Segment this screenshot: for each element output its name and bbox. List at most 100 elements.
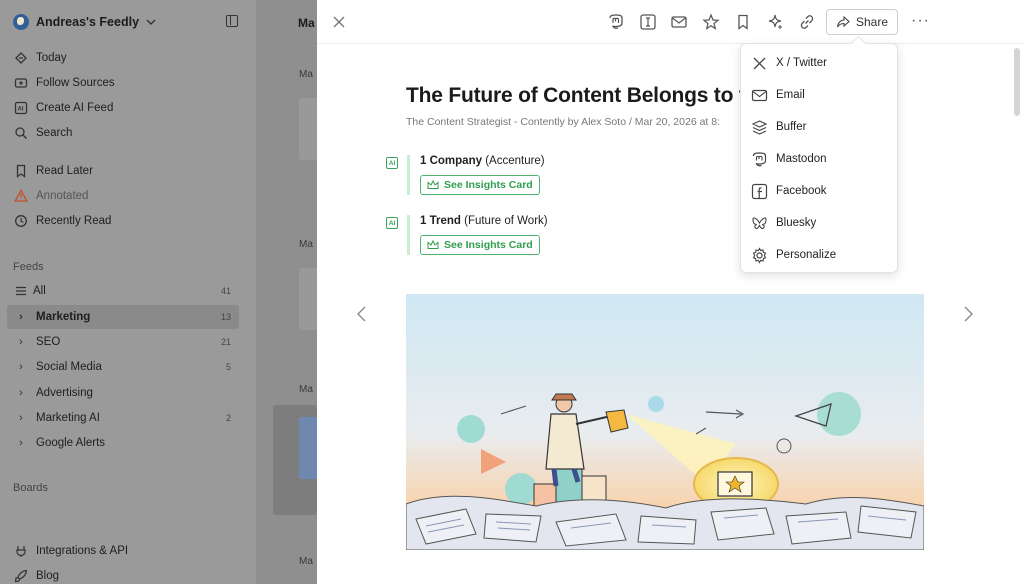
account-name: Andreas's Feedly (36, 15, 140, 29)
share-mastodon-button[interactable] (607, 13, 625, 31)
history-icon (15, 215, 27, 227)
feed-all[interactable]: All 41 (7, 279, 239, 303)
insight-count: 1 Company (420, 155, 482, 167)
insight-line: 1 Trend (Future of Work) (420, 215, 548, 227)
feed-advertising[interactable]: › Advertising (7, 381, 239, 405)
nav-blog-label: Blog (36, 570, 60, 582)
see-insights-card-label: See Insights Card (444, 239, 533, 251)
text-cursor-icon (640, 14, 656, 30)
nav-blog[interactable]: Blog (14, 569, 59, 583)
share-button-label: Share (855, 15, 889, 29)
insight-detail: (Future of Work) (464, 215, 548, 227)
feed-google-alerts[interactable]: › Google Alerts (7, 431, 239, 455)
account-switcher[interactable]: Andreas's Feedly (13, 14, 156, 30)
ai-summary-button[interactable] (766, 13, 784, 31)
feed-social-media[interactable]: › Social Media 5 (7, 355, 239, 379)
today-icon (15, 52, 27, 64)
feed-seo[interactable]: › SEO 21 (7, 330, 239, 354)
nav-search-label: Search (36, 127, 73, 139)
chevron-right-icon[interactable]: › (11, 361, 31, 373)
share-button[interactable]: Share (826, 9, 898, 35)
feed-marketing-count: 13 (220, 312, 231, 322)
ai-badge-icon: AI (386, 217, 398, 229)
nav-integrations-label: Integrations & API (36, 545, 129, 557)
text-highlight-button[interactable] (639, 13, 657, 31)
share-menu-x-twitter-label: X / Twitter (776, 57, 827, 69)
chevron-right-icon[interactable]: › (11, 412, 31, 424)
next-article-icon[interactable] (961, 305, 975, 323)
gear-icon (752, 246, 767, 264)
see-insights-card-label: See Insights Card (444, 179, 533, 191)
share-menu-facebook[interactable]: Facebook (751, 179, 891, 203)
feed-marketing-ai[interactable]: › Marketing AI 2 (7, 406, 239, 430)
nav-today-label: Today (36, 52, 67, 64)
share-menu-x-twitter[interactable]: X / Twitter (751, 51, 891, 75)
share-menu-bluesky[interactable]: Bluesky (751, 211, 891, 235)
share-menu-buffer[interactable]: Buffer (751, 115, 891, 139)
facebook-icon (751, 183, 768, 199)
reader-toolbar: Share ··· (317, 0, 1024, 44)
close-icon[interactable] (331, 14, 347, 30)
email-icon (671, 16, 687, 28)
x-twitter-icon (753, 57, 766, 69)
feed-marketing-label: Marketing (36, 311, 91, 323)
insight-count: 1 Trend (420, 215, 461, 227)
copy-link-button[interactable] (798, 13, 816, 31)
chevron-right-icon[interactable]: › (11, 437, 31, 449)
list-item-source: Ma (299, 69, 313, 80)
insight-detail: (Accenture) (485, 155, 545, 167)
scrollbar[interactable] (1014, 48, 1020, 116)
nav-search[interactable]: Search (14, 126, 72, 140)
share-menu-mastodon[interactable]: Mastodon (751, 147, 891, 171)
insight-line: 1 Company (Accenture) (420, 155, 545, 167)
nav-today[interactable]: Today (14, 51, 67, 65)
share-menu-personalize[interactable]: Personalize (751, 243, 891, 267)
share-menu: X / Twitter Email Buffer Mastodon Facebo… (740, 43, 898, 273)
nav-recently-read-label: Recently Read (36, 215, 112, 227)
previous-article-icon[interactable] (355, 305, 369, 323)
share-menu-personalize-label: Personalize (776, 249, 837, 261)
list-item-source: Ma (299, 239, 313, 250)
nav-create-ai-feed-label: Create AI Feed (36, 102, 114, 114)
nav-follow-sources-label: Follow Sources (36, 77, 115, 89)
sparkle-icon (768, 14, 782, 29)
article-list: Ma Ma Ma Ma Ma (256, 0, 319, 584)
bookmark-icon (16, 164, 26, 178)
chevron-right-icon[interactable]: › (11, 336, 31, 348)
nav-annotated[interactable]: Annotated (14, 189, 88, 203)
list-item[interactable] (299, 98, 319, 160)
nav-create-ai-feed[interactable]: AI Create AI Feed (14, 101, 113, 115)
bookmark-icon (738, 14, 748, 30)
list-item-source: Ma (299, 384, 313, 395)
crown-icon (427, 240, 439, 249)
nav-read-later[interactable]: Read Later (14, 164, 93, 178)
list-item[interactable] (299, 268, 319, 330)
feed-marketing[interactable]: › Marketing 13 (7, 305, 239, 329)
see-insights-card-button[interactable]: See Insights Card (420, 175, 540, 195)
chevron-down-icon (146, 19, 156, 25)
share-menu-bluesky-label: Bluesky (776, 217, 817, 229)
article-meta[interactable]: The Content Strategist - Contently by Al… (406, 116, 746, 128)
share-menu-email[interactable]: Email (751, 83, 891, 107)
feed-advertising-label: Advertising (36, 387, 93, 399)
collapse-sidebar-icon[interactable] (226, 15, 238, 27)
more-options-icon[interactable]: ··· (911, 12, 930, 30)
article-title: The Future of Content Belongs to th (406, 84, 746, 107)
feed-marketing-ai-count: 2 (225, 413, 231, 423)
nav-integrations[interactable]: Integrations & API (14, 544, 128, 558)
nav-follow-sources[interactable]: Follow Sources (14, 76, 115, 90)
insight-company: AI 1 Company (Accenture) See Insights Ca… (386, 155, 545, 195)
feed-social-media-label: Social Media (36, 361, 102, 373)
email-button[interactable] (670, 13, 688, 31)
chevron-right-icon[interactable]: › (11, 311, 31, 323)
feed-seo-count: 21 (220, 337, 231, 347)
mastodon-icon (752, 151, 767, 166)
nav-recently-read[interactable]: Recently Read (14, 214, 111, 228)
see-insights-card-button[interactable]: See Insights Card (420, 235, 540, 255)
favorite-button[interactable] (702, 13, 720, 31)
nav-read-later-label: Read Later (36, 165, 93, 177)
feed-all-label: All (33, 285, 46, 297)
crown-icon (427, 180, 439, 189)
chevron-right-icon[interactable]: › (11, 387, 31, 399)
read-later-button[interactable] (734, 13, 752, 31)
